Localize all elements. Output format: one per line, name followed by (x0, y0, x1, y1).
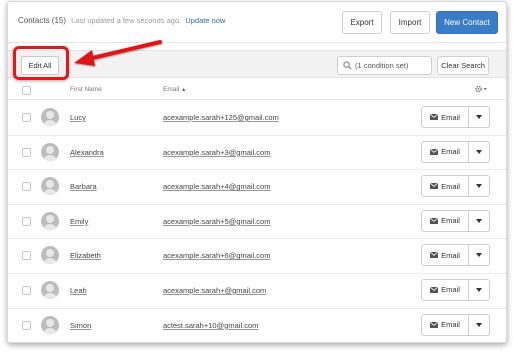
envelope-icon (430, 286, 439, 293)
envelope-icon (430, 252, 439, 259)
email-button[interactable]: Email (421, 313, 469, 336)
contact-email-link[interactable]: acexample.sarah+3@gmail.com (163, 148, 270, 157)
email-button-label: Email (441, 216, 460, 226)
clear-search-button[interactable]: Clear Search (437, 56, 489, 75)
table-row: Leah acexample.sarah+@gmail.com Email (8, 274, 506, 309)
new-contact-button[interactable]: New Contact (436, 11, 498, 34)
column-first-name[interactable]: First Name (70, 86, 102, 93)
caret-down-icon (476, 218, 482, 223)
last-updated-text: Last updated a few seconds ago. (71, 16, 182, 25)
table-row: Lucy acexample.sarah+125@gmail.com Email (8, 101, 506, 136)
email-button[interactable]: Email (421, 209, 469, 232)
email-button-label: Email (441, 320, 460, 330)
email-button[interactable]: Email (421, 140, 469, 163)
email-button[interactable]: Email (421, 106, 469, 128)
contacts-panel: Contacts (15) Last updated a few seconds… (7, 1, 507, 343)
search-filter-value: (1 condition set) (355, 61, 409, 70)
gear-icon[interactable] (474, 84, 488, 94)
search-filter-input[interactable]: (1 condition set) (337, 56, 432, 75)
envelope-icon (430, 183, 439, 190)
caret-down-icon (476, 184, 482, 189)
contact-name-link[interactable]: Emily (70, 217, 88, 226)
email-button[interactable]: Email (421, 278, 469, 301)
caret-down-icon (476, 149, 482, 154)
export-button[interactable]: Export (342, 11, 382, 34)
page-title: Contacts (15) Last updated a few seconds… (18, 16, 225, 25)
row-checkbox[interactable] (22, 216, 31, 226)
email-button-label: Email (441, 250, 460, 260)
caret-down-icon (476, 253, 482, 258)
contact-name-link[interactable]: Elizabeth (70, 251, 101, 260)
contact-name-link[interactable]: Lucy (70, 113, 86, 122)
email-dropdown-button[interactable] (469, 106, 490, 128)
row-checkbox[interactable] (22, 320, 31, 330)
column-email-label: Email (163, 86, 180, 93)
email-dropdown-button[interactable] (469, 244, 490, 267)
table-row: Alexandra acexample.sarah+3@gmail.com Emai… (8, 136, 506, 171)
table-header: First Name Email ▲ (8, 80, 506, 100)
row-checkbox[interactable] (22, 147, 31, 157)
sort-up-icon: ▲ (181, 87, 187, 93)
envelope-icon (430, 217, 439, 224)
email-dropdown-button[interactable] (469, 278, 490, 301)
email-button[interactable]: Email (421, 244, 469, 267)
contact-email-link[interactable]: acexample.sarah+5@gmail.com (163, 217, 270, 226)
email-button-label: Email (441, 147, 460, 157)
arrow-annotation (74, 40, 162, 66)
contacts-header: Contacts (15) Last updated a few seconds… (8, 2, 506, 43)
avatar-icon (41, 211, 59, 230)
email-dropdown-button[interactable] (469, 209, 490, 232)
caret-down-icon (476, 287, 482, 292)
avatar-icon (41, 108, 59, 126)
email-button-label: Email (441, 181, 460, 191)
contact-email-link[interactable]: acexample.sarah+6@gmail.com (163, 251, 270, 260)
contacts-table-body: Lucy acexample.sarah+125@gmail.com Email Al… (8, 101, 506, 342)
avatar-icon (41, 142, 59, 161)
email-button-label: Email (441, 112, 460, 122)
edit-all-highlight (13, 46, 69, 80)
contact-name-link[interactable]: Simon (70, 321, 91, 330)
avatar-icon (41, 280, 59, 299)
row-checkbox[interactable] (22, 251, 31, 261)
contacts-count-title: Contacts (15) (18, 16, 67, 25)
envelope-icon (430, 114, 439, 120)
contact-name-link[interactable]: Alexandra (70, 148, 104, 157)
column-email[interactable]: Email ▲ (163, 86, 186, 93)
envelope-icon (430, 321, 439, 328)
avatar-icon (41, 246, 59, 265)
contact-name-link[interactable]: Barbara (70, 182, 97, 191)
table-row: Elizabeth acexample.sarah+6@gmail.com Emai… (8, 239, 506, 274)
table-row: Simon actest.sarah+10@gmail.com Email (8, 309, 506, 342)
table-row: Emily acexample.sarah+5@gmail.com Email (8, 205, 506, 240)
search-icon (343, 61, 352, 70)
contact-name-link[interactable]: Leah (70, 286, 87, 295)
avatar-icon (41, 315, 59, 334)
avatar-icon (41, 177, 59, 196)
row-checkbox[interactable] (22, 113, 31, 122)
contact-email-link[interactable]: acexample.sarah+4@gmail.com (163, 182, 270, 191)
select-all-checkbox[interactable] (22, 86, 31, 95)
email-button[interactable]: Email (421, 175, 469, 198)
import-button[interactable]: Import (390, 11, 430, 34)
caret-down-icon (476, 115, 482, 119)
update-now-link[interactable]: Update now (185, 16, 225, 25)
table-row: Barbara acexample.sarah+4@gmail.com Email (8, 170, 506, 205)
email-dropdown-button[interactable] (469, 140, 490, 163)
email-dropdown-button[interactable] (469, 313, 490, 336)
contact-email-link[interactable]: actest.sarah+10@gmail.com (163, 321, 258, 330)
envelope-icon (430, 148, 439, 155)
contact-email-link[interactable]: acexample.sarah+@gmail.com (163, 286, 266, 295)
caret-down-icon (476, 322, 482, 327)
row-checkbox[interactable] (22, 285, 31, 295)
email-button-label: Email (441, 285, 460, 295)
contact-email-link[interactable]: acexample.sarah+125@gmail.com (163, 113, 279, 122)
email-dropdown-button[interactable] (469, 175, 490, 198)
row-checkbox[interactable] (22, 182, 31, 192)
